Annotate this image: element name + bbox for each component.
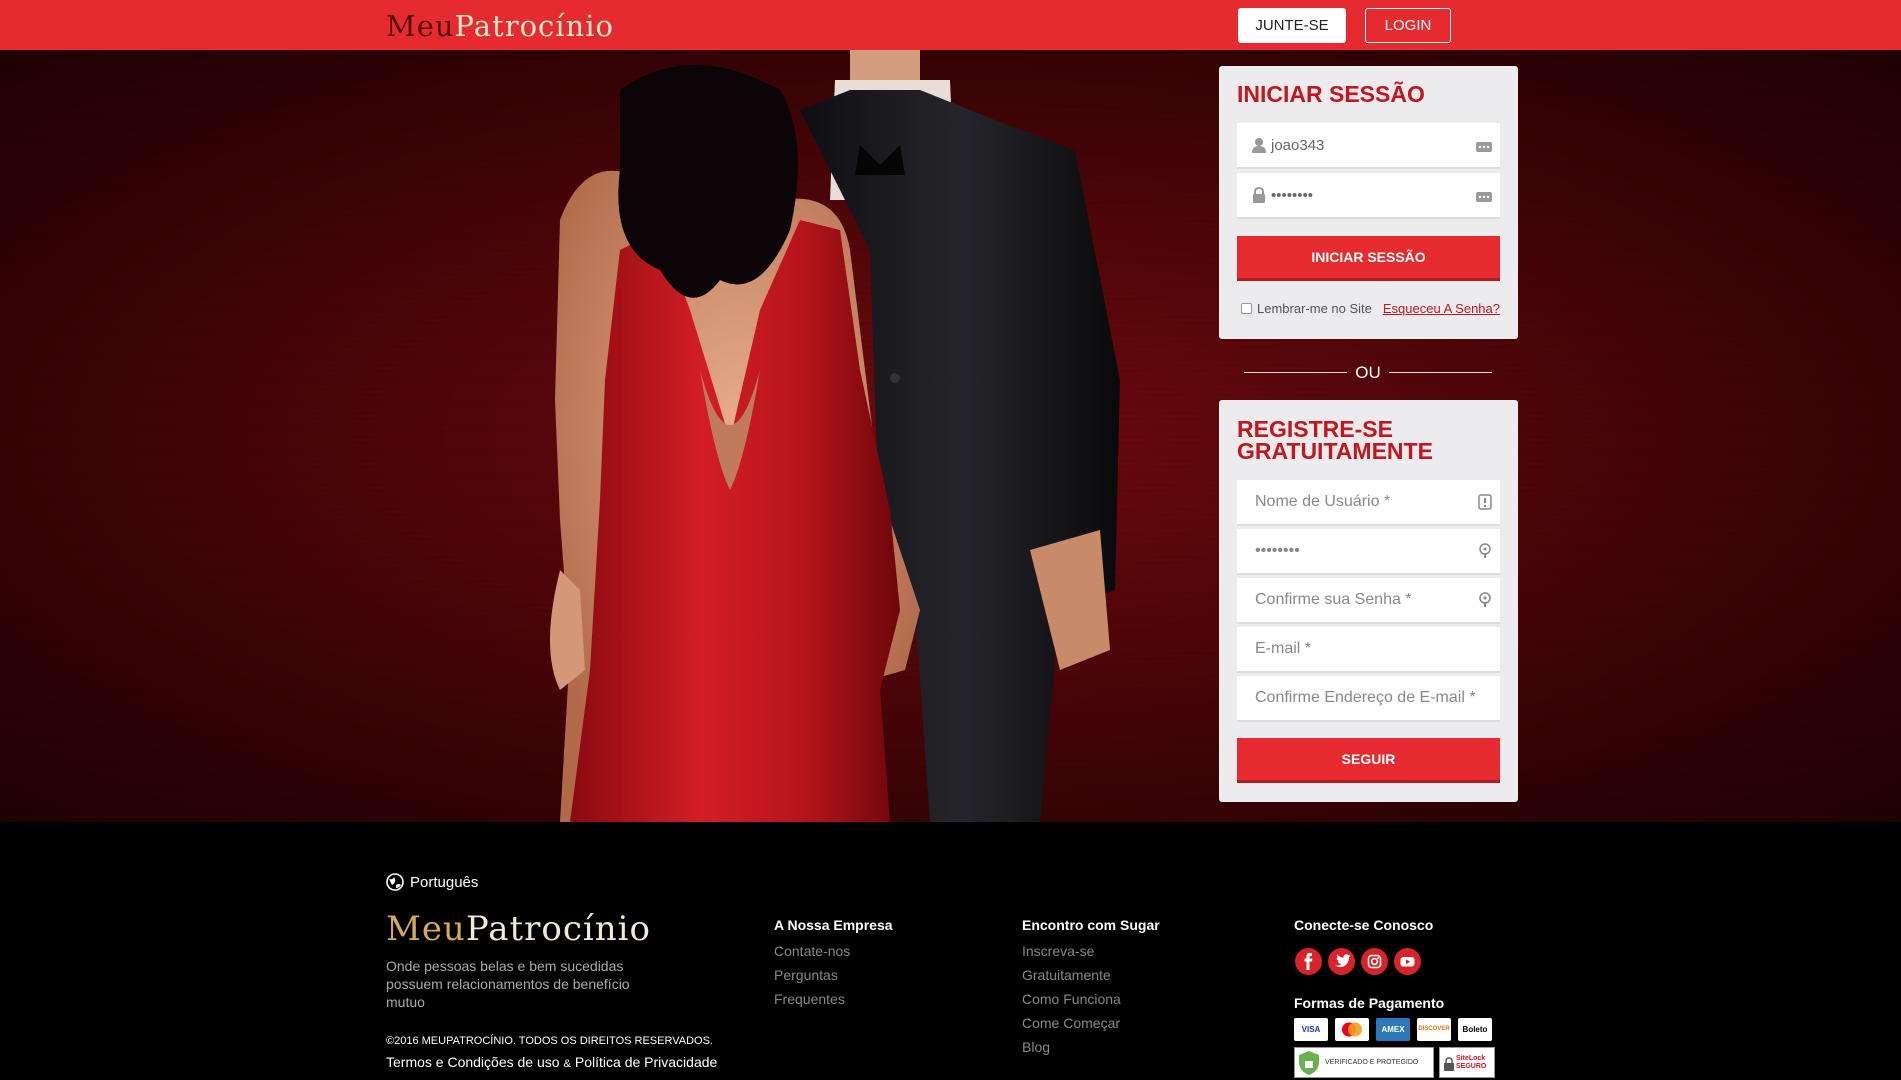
- user-icon: [1252, 138, 1266, 153]
- join-button[interactable]: JUNTE-SE: [1238, 8, 1346, 43]
- dots-icon: [1476, 192, 1492, 202]
- mastercard-icon: [1342, 1022, 1362, 1037]
- login-password-field[interactable]: ••••••••: [1237, 173, 1500, 219]
- privacy-link[interactable]: Política de Privacidade: [575, 1054, 717, 1070]
- login-button[interactable]: LOGIN: [1365, 8, 1451, 43]
- register-confirm-password-field[interactable]: Confirme sua Senha *: [1237, 578, 1500, 624]
- footer-link[interactable]: Gratuitamente: [1022, 963, 1160, 987]
- facebook-icon[interactable]: [1295, 948, 1322, 975]
- register-password-value: ••••••••: [1255, 542, 1300, 559]
- dots-icon: [1476, 142, 1492, 152]
- key-icon: [1479, 543, 1491, 558]
- footer-col-connect-title: Conecte-se Conosco: [1294, 917, 1434, 933]
- language-selector[interactable]: Português: [386, 873, 478, 891]
- footer-col-company: A Nossa Empresa Contate-nos Perguntas Fr…: [774, 917, 893, 1011]
- footer-tagline: Onde pessoas belas e bem sucedidas possu…: [386, 958, 630, 1010]
- footer-logo-part1: Meu: [386, 909, 466, 949]
- visa-card: VISA: [1294, 1018, 1328, 1041]
- register-submit-button[interactable]: SEGUIR: [1237, 738, 1500, 783]
- legal-links: Termos e Condições de uso & Política de Pr…: [386, 1054, 717, 1070]
- page: MeuPatrocínio JUNTE-SE LOGIN INICIAR SES…: [0, 0, 1901, 1080]
- payment-title: Formas de Pagamento: [1294, 995, 1445, 1011]
- header-logo[interactable]: MeuPatrocínio: [386, 8, 614, 44]
- register-email-placeholder: E-mail *: [1255, 640, 1312, 657]
- or-label: OU: [1355, 363, 1381, 382]
- security-badges: VERIFICADO E PROTEGIDO SiteLock SEGURO: [1294, 1047, 1495, 1078]
- divider-line-right: [1389, 372, 1492, 373]
- footer-col-company-title: A Nossa Empresa: [774, 917, 893, 933]
- login-username-field[interactable]: joao343: [1237, 123, 1500, 169]
- top-bar: MeuPatrocínio JUNTE-SE LOGIN: [0, 0, 1901, 50]
- id-card-icon: [1478, 494, 1492, 510]
- footer-link[interactable]: Inscreva-se: [1022, 939, 1160, 963]
- forgot-password-link[interactable]: Esqueceu A Senha?: [1383, 301, 1500, 316]
- key-icon: [1479, 592, 1491, 607]
- login-password-value: ••••••••: [1271, 187, 1314, 204]
- couple-photo: [550, 50, 1120, 822]
- login-username-value: joao343: [1271, 137, 1325, 154]
- hero-banner: [0, 50, 1901, 822]
- language-label: Português: [410, 873, 479, 891]
- sitelock-badge-text: SiteLock SEGURO: [1456, 1055, 1487, 1070]
- footer-link[interactable]: Come Começar: [1022, 1011, 1160, 1035]
- login-submit-button[interactable]: INICIAR SESSÃO: [1237, 236, 1500, 281]
- remember-checkbox[interactable]: [1241, 303, 1252, 314]
- mastercard-card: [1335, 1018, 1369, 1041]
- terms-link[interactable]: Termos e Condições de uso: [386, 1054, 560, 1070]
- register-password-field[interactable]: ••••••••: [1237, 529, 1500, 575]
- copyright: ©2016 MEUPATROCÍNIO. TODOS OS DIREITOS R…: [386, 1035, 713, 1047]
- register-title-line2: GRATUITAMENTE: [1237, 438, 1433, 464]
- lock-icon: [1253, 187, 1265, 203]
- logo-part2: Patrocínio: [454, 9, 614, 43]
- footer: [0, 822, 1901, 1080]
- amex-card: AMEX: [1376, 1018, 1410, 1041]
- register-panel: REGISTRE-SE GRATUITAMENTE Nome de Usuári…: [1219, 400, 1518, 802]
- register-confirm-password-placeholder: Confirme sua Senha *: [1255, 591, 1412, 608]
- verified-badge-text: VERIFICADO E PROTEGIDO: [1325, 1059, 1419, 1066]
- register-confirm-email-placeholder: Confirme Endereço de E-mail *: [1255, 689, 1476, 706]
- verified-badge: VERIFICADO E PROTEGIDO: [1294, 1047, 1434, 1078]
- globe-icon: [386, 873, 404, 891]
- register-title-line1: REGISTRE-SE: [1237, 416, 1393, 442]
- login-title: INICIAR SESSÃO: [1237, 81, 1425, 107]
- discover-card: DISCOVER: [1417, 1018, 1451, 1041]
- footer-logo[interactable]: MeuPatrocínio: [386, 909, 651, 949]
- footer-link[interactable]: Frequentes: [774, 987, 893, 1011]
- footer-col-sugar-title: Encontro com Sugar: [1022, 917, 1160, 933]
- footer-link[interactable]: Como Funciona: [1022, 987, 1160, 1011]
- footer-link[interactable]: Blog: [1022, 1035, 1160, 1059]
- padlock-icon: [1444, 1057, 1454, 1071]
- remember-label: Lembrar-me no Site: [1257, 301, 1372, 316]
- shield-icon: [1299, 1051, 1319, 1075]
- legal-ampersand: &: [563, 1058, 571, 1070]
- sitelock-badge: SiteLock SEGURO: [1439, 1047, 1495, 1078]
- instagram-icon[interactable]: [1361, 948, 1388, 975]
- or-divider: OU: [1244, 361, 1492, 385]
- twitter-icon[interactable]: [1328, 948, 1355, 975]
- logo-part1: Meu: [386, 9, 455, 43]
- footer-logo-part2: Patrocínio: [465, 909, 652, 949]
- remember-me[interactable]: Lembrar-me no Site: [1241, 301, 1372, 316]
- register-username-placeholder: Nome de Usuário *: [1255, 493, 1391, 510]
- register-username-field[interactable]: Nome de Usuário *: [1237, 480, 1500, 526]
- social-links: [1295, 948, 1421, 975]
- footer-col-connect: Conecte-se Conosco: [1294, 917, 1433, 939]
- youtube-icon[interactable]: [1394, 948, 1421, 975]
- footer-link[interactable]: Contate-nos: [774, 939, 893, 963]
- register-email-field[interactable]: E-mail *: [1237, 627, 1500, 673]
- payment-cards: VISA AMEX DISCOVER Boleto: [1294, 1018, 1492, 1041]
- footer-link[interactable]: Perguntas: [774, 963, 893, 987]
- footer-col-sugar: Encontro com Sugar Inscreva-se Gratuitam…: [1022, 917, 1160, 1059]
- register-confirm-email-field[interactable]: Confirme Endereço de E-mail *: [1237, 676, 1500, 722]
- boleto-card: Boleto: [1458, 1018, 1492, 1041]
- login-panel: INICIAR SESSÃO joao343 •••••••• INICIAR …: [1219, 66, 1518, 339]
